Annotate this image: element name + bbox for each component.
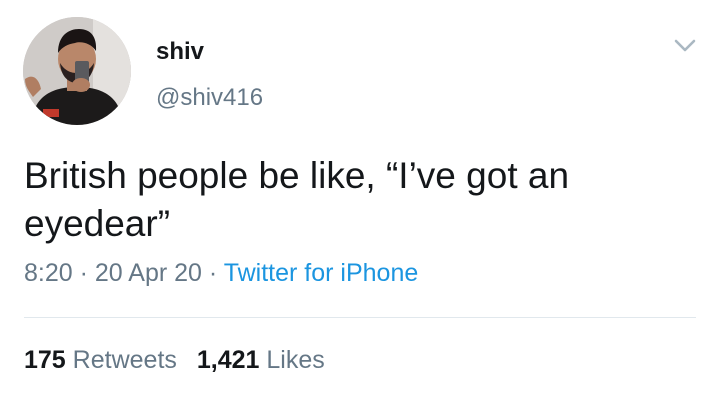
- divider: [24, 317, 696, 318]
- tweet-source-link[interactable]: Twitter for iPhone: [224, 259, 419, 287]
- likes-stat[interactable]: 1,421 Likes: [197, 346, 325, 374]
- tweet-time[interactable]: 8:20: [24, 259, 73, 287]
- avatar[interactable]: [23, 17, 131, 125]
- tweet-meta: 8:20 · 20 Apr 20 · Twitter for iPhone: [24, 259, 418, 288]
- retweets-stat[interactable]: 175 Retweets: [24, 346, 177, 374]
- tweet-text: British people be like, “I’ve got an eye…: [24, 155, 570, 244]
- retweets-label: Retweets: [72, 346, 177, 374]
- tweet-stats: 175 Retweets 1,421 Likes: [24, 346, 325, 375]
- author-handle[interactable]: @shiv416: [156, 84, 263, 112]
- author-display-name[interactable]: shiv: [156, 38, 204, 66]
- likes-label: Likes: [266, 346, 325, 374]
- likes-count: 1,421: [196, 346, 260, 374]
- retweets-count: 175: [24, 346, 66, 374]
- meta-separator: ·: [208, 259, 218, 287]
- meta-separator: ·: [79, 259, 88, 287]
- tweet-date[interactable]: 20 Apr 20: [95, 259, 202, 287]
- chevron-down-icon[interactable]: [670, 32, 700, 58]
- avatar-photo: [23, 17, 131, 125]
